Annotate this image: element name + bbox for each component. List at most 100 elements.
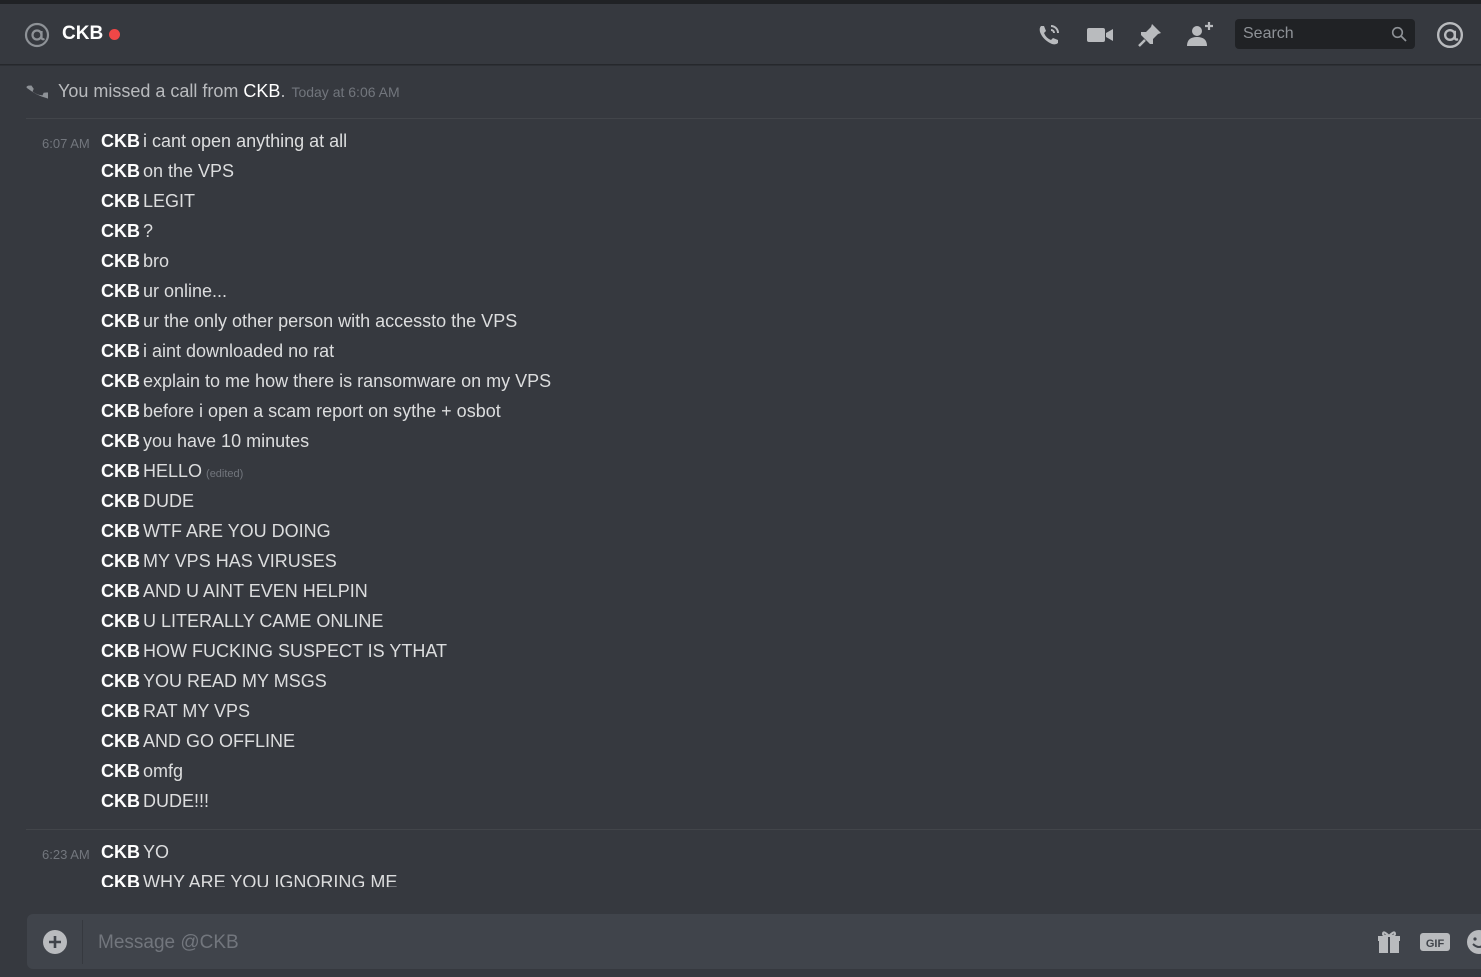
message-author[interactable]: CKB bbox=[101, 641, 140, 662]
message-author[interactable]: CKB bbox=[101, 251, 140, 272]
message-row[interactable]: CKB on the VPS bbox=[0, 161, 1481, 191]
message-content: ur the only other person with accessto t… bbox=[143, 311, 518, 331]
message-input[interactable] bbox=[96, 927, 1300, 959]
search-icon bbox=[1391, 26, 1407, 42]
message-author[interactable]: CKB bbox=[101, 431, 140, 452]
message-author[interactable]: CKB bbox=[101, 461, 140, 482]
message-row[interactable]: CKB U LITERALLY CAME ONLINE bbox=[0, 611, 1481, 641]
pin-icon[interactable] bbox=[1135, 20, 1165, 50]
edited-label: (edited) bbox=[206, 468, 244, 480]
message-row[interactable]: CKB YOU READ MY MSGS bbox=[0, 671, 1481, 701]
message-content: DUDE!!! bbox=[143, 791, 210, 811]
message-author[interactable]: CKB bbox=[101, 341, 140, 362]
missed-call-suffix: . bbox=[280, 81, 286, 101]
message-composer: GIF bbox=[27, 914, 1481, 969]
phone-icon bbox=[26, 85, 48, 99]
message-content: U LITERALLY CAME ONLINE bbox=[143, 611, 384, 631]
message-author[interactable]: CKB bbox=[101, 401, 140, 422]
missed-call-caller[interactable]: CKB bbox=[243, 81, 280, 101]
message-row[interactable]: CKB i aint downloaded no rat bbox=[0, 341, 1481, 371]
message-row[interactable]: CKB HELLO (edited) bbox=[0, 461, 1481, 491]
message-row[interactable]: CKB DUDE bbox=[0, 491, 1481, 521]
message-row[interactable]: CKB before i open a scam report on sythe … bbox=[0, 401, 1481, 431]
missed-call-prefix: You missed a call from bbox=[58, 81, 244, 101]
message-text: DUDE bbox=[143, 491, 194, 512]
message-author[interactable]: CKB bbox=[101, 161, 140, 182]
message-author[interactable]: CKB bbox=[101, 731, 140, 752]
message-author[interactable]: CKB bbox=[101, 281, 140, 302]
message-author[interactable]: CKB bbox=[101, 311, 140, 332]
message-row[interactable]: CKB HOW FUCKING SUSPECT IS YTHAT bbox=[0, 641, 1481, 671]
message-row[interactable]: CKB ur the only other person with accesst… bbox=[0, 311, 1481, 341]
message-row[interactable]: CKB WHY ARE YOU IGNORING ME bbox=[0, 872, 1481, 887]
message-content: omfg bbox=[143, 761, 184, 781]
message-content: RAT MY VPS bbox=[143, 701, 251, 721]
message-author[interactable]: CKB bbox=[101, 842, 140, 863]
gif-label: GIF bbox=[1426, 938, 1445, 950]
video-icon[interactable] bbox=[1085, 20, 1115, 50]
message-author[interactable]: CKB bbox=[101, 761, 140, 782]
message-row[interactable]: CKB LEGIT bbox=[0, 191, 1481, 221]
message-content: HELLO bbox=[143, 461, 203, 481]
channel-name[interactable]: CKB bbox=[62, 23, 103, 45]
message-text: AND U AINT EVEN HELPIN bbox=[143, 581, 368, 602]
call-icon[interactable] bbox=[1034, 20, 1064, 50]
message-divider bbox=[26, 118, 1481, 119]
message-author[interactable]: CKB bbox=[101, 581, 140, 602]
message-text: ur the only other person with accessto t… bbox=[143, 311, 517, 332]
message-author[interactable]: CKB bbox=[101, 221, 140, 242]
message-text: on the VPS bbox=[143, 161, 234, 182]
message-row[interactable]: CKB DUDE!!! bbox=[0, 791, 1481, 821]
message-text: WTF ARE YOU DOING bbox=[143, 521, 331, 542]
message-text: MY VPS HAS VIRUSES bbox=[143, 551, 337, 572]
channel-header: CKB bbox=[0, 4, 1481, 65]
message-row[interactable]: CKB WTF ARE YOU DOING bbox=[0, 521, 1481, 551]
emoji-icon[interactable] bbox=[1465, 928, 1481, 956]
add-friend-icon[interactable] bbox=[1185, 20, 1215, 50]
message-row[interactable]: CKB RAT MY VPS bbox=[0, 701, 1481, 731]
add-attachment-icon[interactable] bbox=[41, 928, 69, 956]
message-row[interactable]: CKB bro bbox=[0, 251, 1481, 281]
message-text: U LITERALLY CAME ONLINE bbox=[143, 611, 383, 632]
message-text: ? bbox=[143, 221, 153, 242]
message-row[interactable]: CKB? bbox=[0, 221, 1481, 251]
message-row[interactable]: 6:23 AM CKB YO bbox=[0, 842, 1481, 872]
message-row[interactable]: CKB MY VPS HAS VIRUSES bbox=[0, 551, 1481, 581]
message-row[interactable]: CKB AND U AINT EVEN HELPIN bbox=[0, 581, 1481, 611]
message-author[interactable]: CKB bbox=[101, 611, 140, 632]
message-author[interactable]: CKB bbox=[101, 371, 140, 392]
message-text: HELLO (edited) bbox=[143, 461, 243, 482]
message-author[interactable]: CKB bbox=[101, 491, 140, 512]
message-timestamp: 6:07 AM bbox=[42, 136, 90, 151]
message-author[interactable]: CKB bbox=[101, 131, 140, 152]
message-content: you have 10 minutes bbox=[143, 431, 310, 451]
message-content: on the VPS bbox=[143, 161, 235, 181]
at-icon bbox=[24, 22, 50, 48]
search-box[interactable] bbox=[1235, 19, 1415, 49]
message-text: YO bbox=[143, 842, 169, 863]
message-text: YOU READ MY MSGS bbox=[143, 671, 327, 692]
message-list[interactable]: You missed a call from CKB. Today at 6:06… bbox=[0, 65, 1481, 887]
message-row[interactable]: CKB AND GO OFFLINE bbox=[0, 731, 1481, 761]
message-author[interactable]: CKB bbox=[101, 521, 140, 542]
mention-icon[interactable] bbox=[1436, 21, 1464, 49]
message-content: MY VPS HAS VIRUSES bbox=[143, 551, 337, 571]
message-row[interactable]: CKB explain to me how there is ransomware… bbox=[0, 371, 1481, 401]
message-author[interactable]: CKB bbox=[101, 551, 140, 572]
gif-icon[interactable]: GIF bbox=[1420, 928, 1450, 956]
message-author[interactable]: CKB bbox=[101, 791, 140, 812]
message-content: LEGIT bbox=[143, 191, 196, 211]
message-author[interactable]: CKB bbox=[101, 872, 140, 887]
message-row[interactable]: CKB you have 10 minutes bbox=[0, 431, 1481, 461]
message-row[interactable]: CKB omfg bbox=[0, 761, 1481, 791]
message-row[interactable]: 6:07 AM CKB i cant open anything at all bbox=[0, 131, 1481, 161]
message-content: DUDE bbox=[143, 491, 195, 511]
message-author[interactable]: CKB bbox=[101, 701, 140, 722]
gift-icon[interactable] bbox=[1375, 928, 1403, 956]
status-indicator bbox=[109, 29, 120, 40]
search-input[interactable] bbox=[1235, 19, 1393, 49]
message-author[interactable]: CKB bbox=[101, 191, 140, 212]
message-author[interactable]: CKB bbox=[101, 671, 140, 692]
message-row[interactable]: CKB ur online... bbox=[0, 281, 1481, 311]
missed-call-text: You missed a call from CKB. Today at 6:06… bbox=[58, 81, 400, 102]
